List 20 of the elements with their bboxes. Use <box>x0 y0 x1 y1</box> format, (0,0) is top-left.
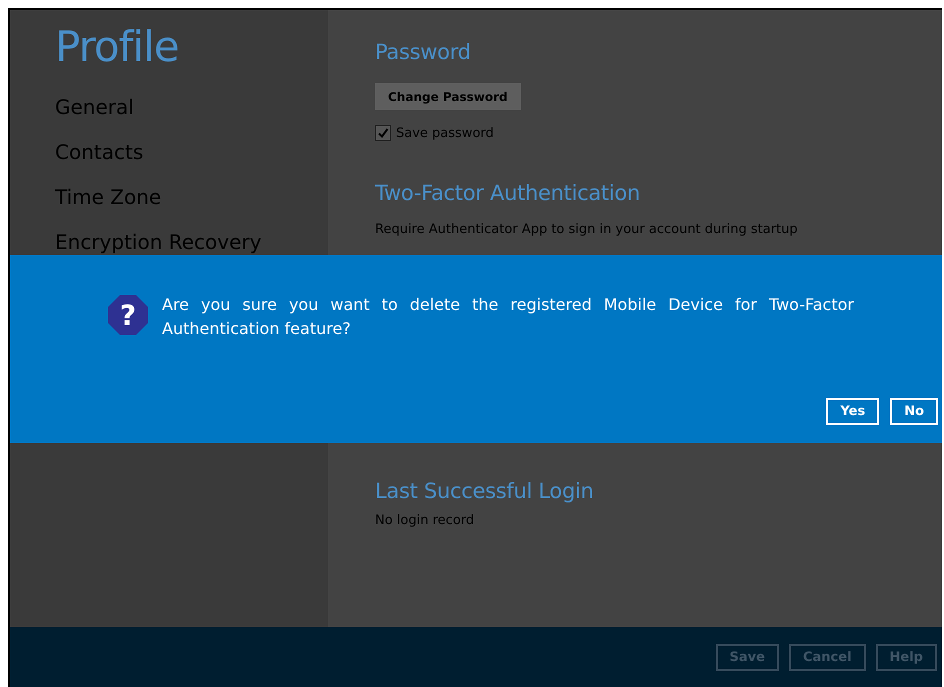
dialog-message: Are you sure you want to delete the registered Mobile Device for Two-Factor Authentication feature? <box>162 294 854 340</box>
page-title: Profile <box>55 22 180 71</box>
yes-button[interactable]: Yes <box>826 398 880 425</box>
sidebar-item[interactable]: General <box>55 95 134 119</box>
section-heading: Last Successful Login <box>375 479 594 503</box>
sidebar-item[interactable]: Encryption Recovery <box>55 230 262 254</box>
save-button[interactable]: Save <box>716 644 779 670</box>
help-button[interactable]: Help <box>876 644 937 670</box>
checkbox-label: Save password <box>396 126 494 140</box>
no-button[interactable]: No <box>890 398 938 425</box>
section-heading: Password <box>375 40 472 64</box>
question-icon: ? <box>108 295 148 335</box>
sidebar-item[interactable]: Time Zone <box>55 185 162 209</box>
checkbox[interactable] <box>375 125 391 141</box>
login-record-text: No login record <box>375 513 476 528</box>
sidebar-item[interactable]: Contacts <box>55 140 144 164</box>
section-heading: Two-Factor Authentication <box>375 181 641 205</box>
cancel-button[interactable]: Cancel <box>788 644 866 670</box>
section-description: Require Authenticator App to sign in your account during startup <box>375 222 799 237</box>
change-password-button[interactable]: Change Password <box>375 83 521 110</box>
